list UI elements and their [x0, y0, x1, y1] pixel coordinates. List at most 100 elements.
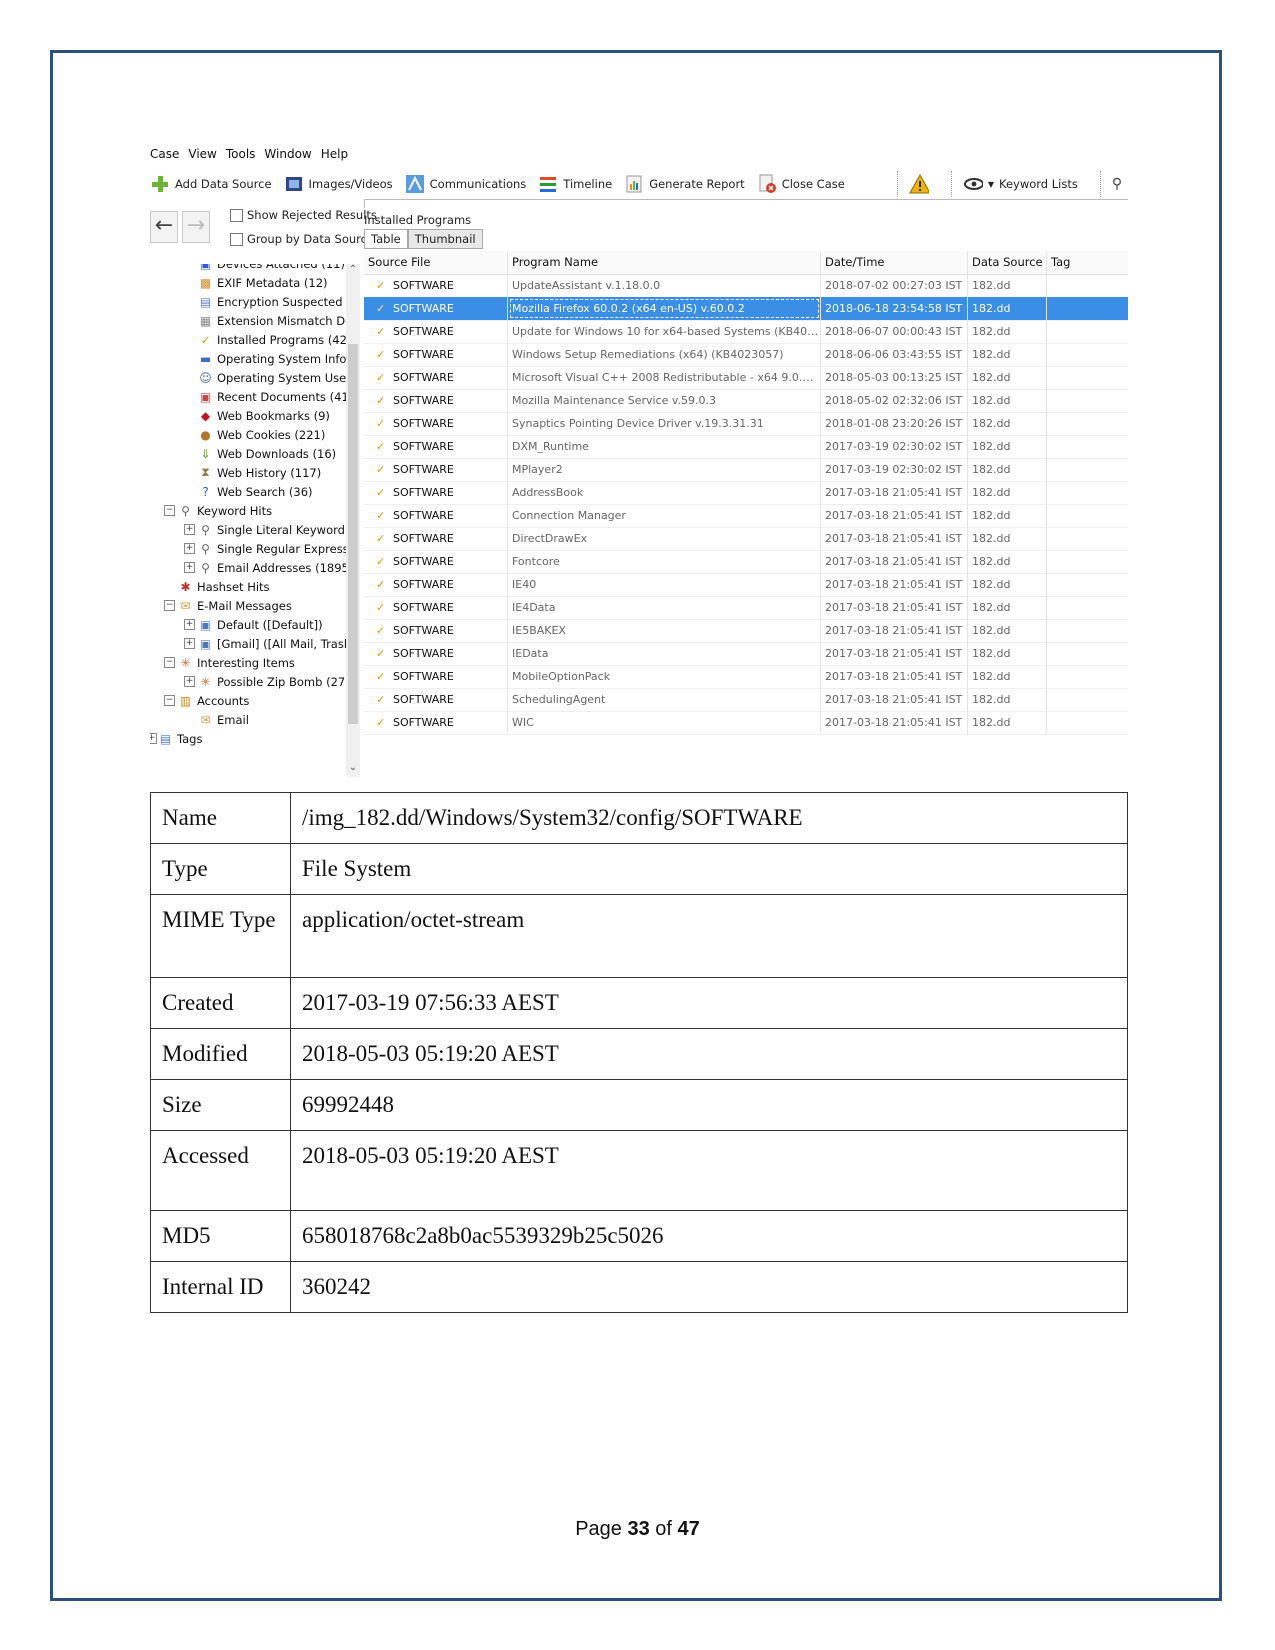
tree-node[interactable]: ✓ Installed Programs (42): [198, 330, 351, 349]
tree-node[interactable]: ◆ Web Bookmarks (9): [198, 406, 330, 425]
tab-thumbnail[interactable]: Thumbnail: [407, 229, 483, 249]
expand-node-icon[interactable]: +: [184, 543, 195, 554]
table-row[interactable]: ✓ SOFTWARE DXM_Runtime 2017-03-19 02:30:02 …: [364, 435, 1128, 459]
tree-node[interactable]: ▤ Tags: [158, 729, 203, 748]
menu-help[interactable]: Help: [321, 147, 348, 163]
column-date-time[interactable]: Date/Time: [821, 251, 968, 274]
tree-node[interactable]: ✱ Hashset Hits: [178, 577, 269, 596]
column-program-name[interactable]: Program Name: [508, 251, 821, 274]
tree-node[interactable]: ▬ Operating System Infor: [198, 349, 351, 368]
menu-tools[interactable]: Tools: [226, 147, 256, 163]
checkbox-box[interactable]: [230, 232, 243, 246]
tree-node[interactable]: ▣ Default ([Default]): [198, 615, 323, 634]
column-tag[interactable]: Tag: [1047, 251, 1128, 274]
scroll-down-icon[interactable]: ⌄: [346, 762, 360, 776]
tree-node[interactable]: ✉ Email: [198, 710, 248, 729]
table-row[interactable]: ✓ SOFTWARE Mozilla Maintenance Service v.5…: [364, 389, 1128, 413]
tree-node[interactable]: ? Web Search (36): [198, 482, 312, 501]
table-row[interactable]: ✓ SOFTWARE Fontcore 2017-03-18 21:05:41 IST…: [364, 550, 1128, 574]
table-row[interactable]: ✓ SOFTWARE Windows Setup Remediations (x64…: [364, 343, 1128, 367]
tree-node[interactable]: ▤ Encryption Suspected (1: [198, 292, 358, 311]
checkbox-box[interactable]: [230, 208, 243, 222]
tree-node[interactable]: ⚲ Single Regular Expressic: [198, 539, 358, 558]
tree-node[interactable]: ⧗ Web History (117): [198, 463, 321, 482]
tree-node[interactable]: ▩ EXIF Metadata (12): [198, 273, 328, 292]
tree-node[interactable]: ⚲ Single Literal Keyword S: [198, 520, 356, 539]
column-source-file[interactable]: Source File: [364, 251, 508, 274]
tab-table[interactable]: Table: [364, 229, 408, 249]
table-row[interactable]: ✓ SOFTWARE Synaptics Pointing Device Drive…: [364, 412, 1128, 436]
tree-node[interactable]: ⇓ Web Downloads (16): [198, 444, 336, 463]
cell-tag: [1047, 504, 1128, 527]
communications-button[interactable]: Communications: [405, 174, 526, 194]
menu-case[interactable]: Case: [150, 147, 179, 163]
toolbar-separator: [950, 171, 953, 197]
generate-report-button[interactable]: Generate Report: [624, 174, 745, 194]
tree-node[interactable]: ▥ Accounts: [178, 691, 250, 710]
collapse-node-icon[interactable]: −: [164, 695, 175, 706]
table-row[interactable]: ✓ SOFTWARE Microsoft Visual C++ 2008 Redis…: [364, 366, 1128, 390]
keyword-lists-button[interactable]: ▼ Keyword Lists: [963, 174, 1078, 194]
column-data-source[interactable]: Data Source: [968, 251, 1047, 274]
tree-node[interactable]: ✳ Possible Zip Bomb (276): [198, 672, 357, 691]
report-icon: [624, 174, 644, 194]
group-by-source-checkbox[interactable]: Group by Data Source: [230, 232, 374, 246]
cell-program-name: Mozilla Firefox 60.0.2 (x64 en-US) v.60.…: [508, 297, 821, 320]
expand-node-icon[interactable]: +: [184, 562, 195, 573]
table-row[interactable]: ✓ SOFTWARE DirectDrawEx 2017-03-18 21:05:41…: [364, 527, 1128, 551]
collapse-node-icon[interactable]: −: [164, 657, 175, 668]
expand-node-icon[interactable]: +: [184, 676, 195, 687]
property-row: MIME Type application/octet-stream: [150, 894, 1128, 978]
tree-node[interactable]: ● Web Cookies (221): [198, 425, 325, 444]
expand-node-icon[interactable]: +: [184, 619, 195, 630]
scroll-up-icon[interactable]: ⌃: [346, 264, 360, 278]
forward-arrow-icon[interactable]: →: [182, 211, 210, 243]
collapse-node-icon[interactable]: −: [164, 600, 175, 611]
tree-node[interactable]: ✉ E-Mail Messages: [178, 596, 291, 615]
warning-button[interactable]: [908, 174, 929, 194]
table-row[interactable]: ✓ SOFTWARE IE40 2017-03-18 21:05:41 IST 182.…: [364, 573, 1128, 597]
tree-node[interactable]: ▣ [Gmail] ([All Mail, Trash,: [198, 634, 355, 653]
tree-node[interactable]: ⚲ Email Addresses (1895): [198, 558, 353, 577]
table-row-selected[interactable]: ✓ SOFTWARE Mozilla Firefox 60.0.2 (x64 en-…: [364, 297, 1128, 321]
table-row[interactable]: ✓ SOFTWARE Update for Windows 10 for x64-b…: [364, 320, 1128, 344]
tree-node[interactable]: ⚲ Keyword Hits: [178, 501, 272, 520]
back-arrow-icon[interactable]: ←: [150, 211, 178, 243]
tree-node[interactable]: ▣ Devices Attached (11): [198, 264, 345, 273]
table-row[interactable]: ✓ SOFTWARE MPlayer2 2017-03-19 02:30:02 IST…: [364, 458, 1128, 482]
tree-node[interactable]: ▣ Recent Documents (41): [198, 387, 353, 406]
search-icon[interactable]: ⚲: [1112, 176, 1122, 192]
table-row[interactable]: ✓ SOFTWARE MobileOptionPack 2017-03-18 21:0…: [364, 665, 1128, 689]
table-row[interactable]: ✓ SOFTWARE WIC 2017-03-18 21:05:41 IST 182.d…: [364, 711, 1128, 735]
show-rejected-checkbox[interactable]: Show Rejected Results: [230, 208, 377, 222]
table-row[interactable]: ✓ SOFTWARE Connection Manager 2017-03-18 21…: [364, 504, 1128, 528]
timeline-button[interactable]: Timeline: [538, 174, 612, 194]
scroll-thumb[interactable]: [348, 344, 358, 724]
expand-node-icon[interactable]: +: [184, 524, 195, 535]
cell-data-source: 182.dd: [968, 297, 1047, 320]
menu-window[interactable]: Window: [264, 147, 311, 163]
property-value: 2018-05-03 05:19:20 AEST: [290, 1130, 1128, 1211]
expand-node-icon[interactable]: +: [184, 638, 195, 649]
close-case-button[interactable]: Close Case: [757, 174, 845, 194]
magnifier-icon: ⚲: [201, 541, 210, 556]
table-row[interactable]: ✓ SOFTWARE IE5BAKEX 2017-03-18 21:05:41 IST…: [364, 619, 1128, 643]
tree-node[interactable]: ✳ Interesting Items: [178, 653, 294, 672]
table-row[interactable]: ✓ SOFTWARE UpdateAssistant v.1.18.0.0 2018-…: [364, 274, 1128, 298]
table-row[interactable]: ✓ SOFTWARE IE4Data 2017-03-18 21:05:41 IST 1…: [364, 596, 1128, 620]
cell-date-time: 2017-03-18 21:05:41 IST: [821, 573, 968, 596]
tree-scrollbar[interactable]: ⌃ ⌄: [346, 264, 360, 777]
menu-view[interactable]: View: [188, 147, 216, 163]
table-row[interactable]: ✓ SOFTWARE IEData 2017-03-18 21:05:41 IST 18…: [364, 642, 1128, 666]
table-row[interactable]: ✓ SOFTWARE AddressBook 2017-03-18 21:05:41 …: [364, 481, 1128, 505]
cell-data-source: 182.dd: [968, 343, 1047, 366]
expand-node-icon[interactable]: +: [150, 733, 157, 744]
cell-text: 182.dd: [972, 348, 1011, 361]
add-data-source-button[interactable]: Add Data Source: [150, 174, 272, 194]
collapse-node-icon[interactable]: −: [164, 505, 175, 516]
table-row[interactable]: ✓ SOFTWARE SchedulingAgent 2017-03-18 21:05…: [364, 688, 1128, 712]
tree-node[interactable]: ☺ Operating System User: [198, 368, 351, 387]
tree-node[interactable]: ▦ Extension Mismatch Det: [198, 311, 357, 330]
cell-tag: [1047, 389, 1128, 412]
images-videos-button[interactable]: Images/Videos: [284, 174, 393, 194]
